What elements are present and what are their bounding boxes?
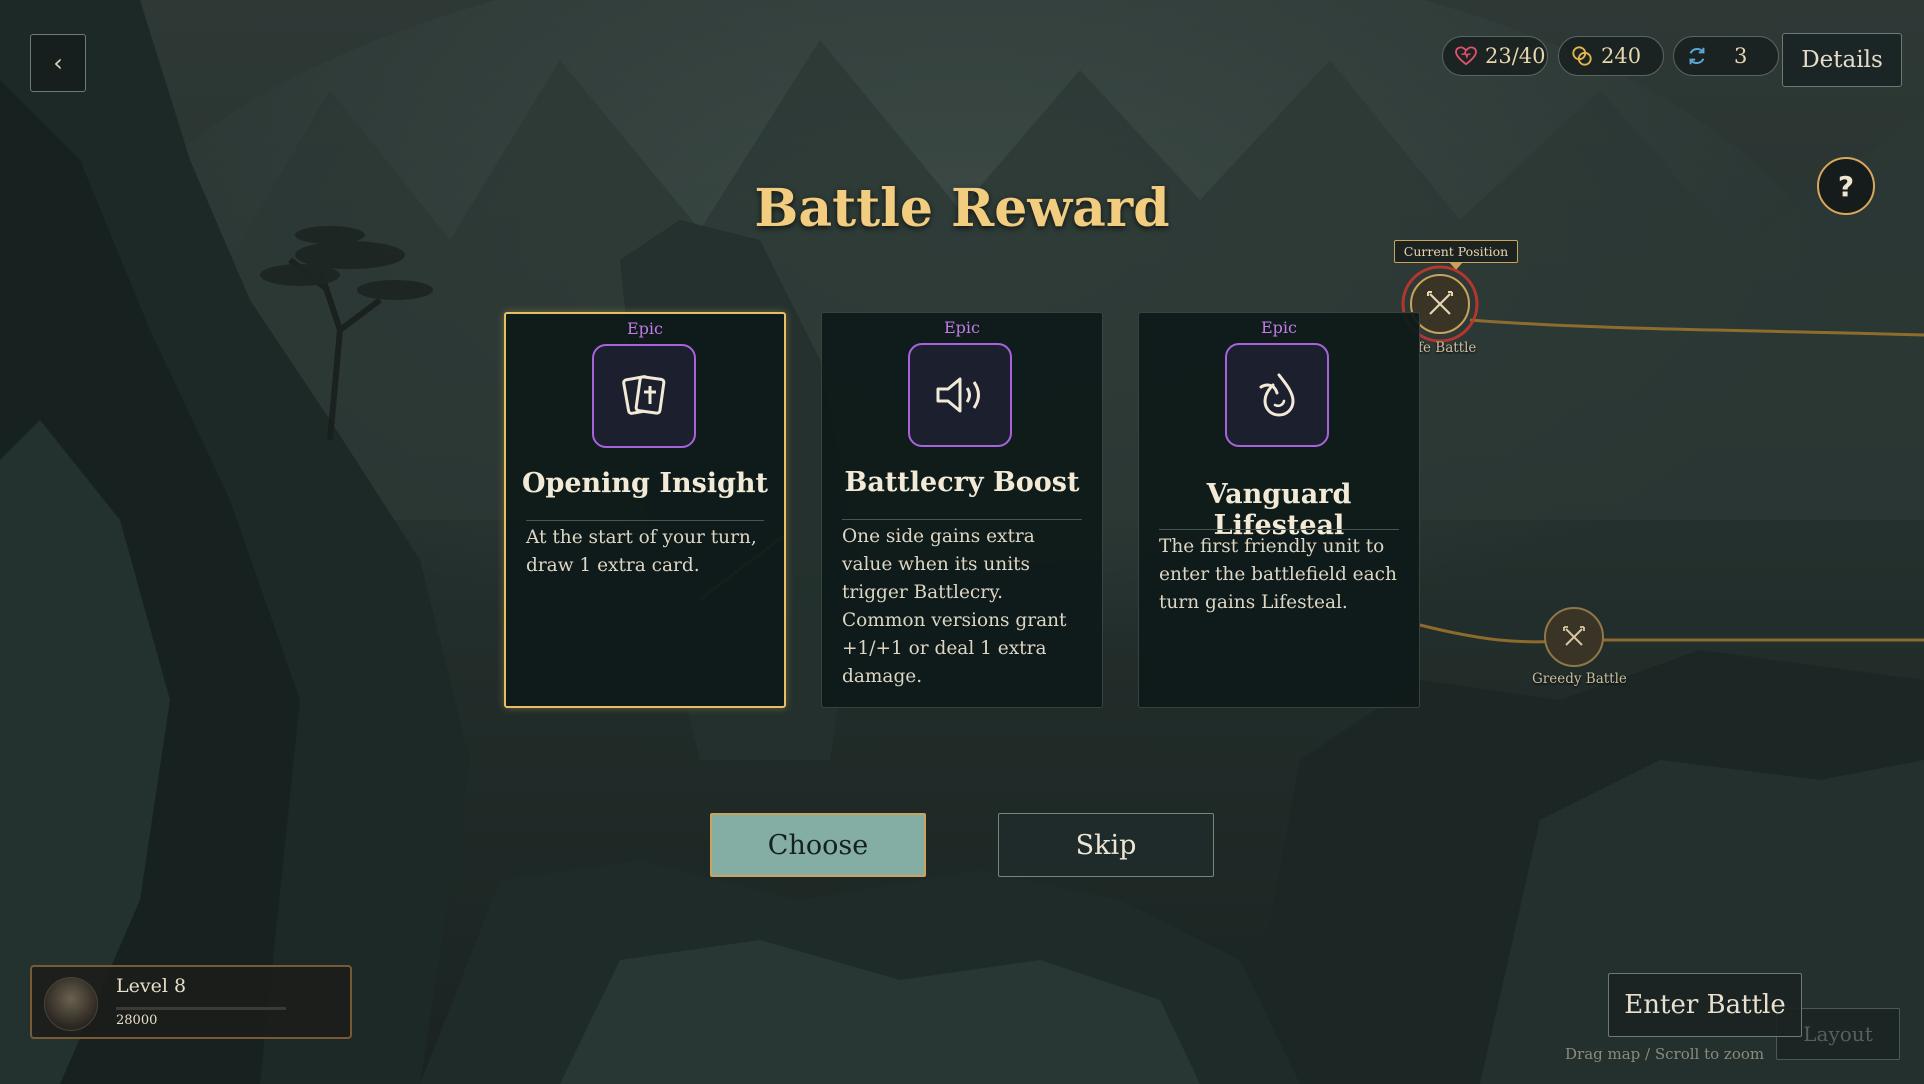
speaker-icon <box>908 343 1012 447</box>
xp-bar <box>116 1007 286 1010</box>
refresh-pill: 3 <box>1673 36 1779 76</box>
current-position-tooltip: Current Position <box>1394 240 1518 263</box>
reward-title: Battle Reward <box>754 178 1170 239</box>
heart-icon <box>1455 46 1477 66</box>
skip-button[interactable]: Skip <box>998 813 1214 877</box>
card-name: Vanguard Lifesteal <box>1206 479 1352 541</box>
details-button[interactable]: Details <box>1782 33 1902 87</box>
player-panel: Level 8 28000 <box>30 965 352 1039</box>
refresh-value: 3 <box>1734 44 1748 68</box>
card-name: Battlecry Boost <box>844 467 1080 498</box>
greedy-node-label: Greedy Battle <box>1532 671 1627 687</box>
card-divider <box>526 520 764 521</box>
coins-icon <box>1572 46 1592 66</box>
card-divider <box>842 519 1082 520</box>
crossed-swords-icon <box>1544 607 1604 667</box>
health-pill: 23/40 <box>1442 36 1548 76</box>
map-hint: Drag map / Scroll to zoom <box>1565 1045 1765 1063</box>
card-name: Opening Insight <box>521 468 769 499</box>
card-description: The first friendly unit to enter the bat… <box>1159 536 1397 613</box>
card-description: One side gains extra value when its unit… <box>842 526 1067 687</box>
drop-icon <box>1225 343 1329 447</box>
cards-icon <box>592 344 696 448</box>
card-rarity: Epic <box>627 319 663 338</box>
reward-card-battlecry-boost[interactable]: Epic Battlecry Boost One side gains extr… <box>821 312 1103 708</box>
choose-button[interactable]: Choose <box>710 813 926 877</box>
reward-card-opening-insight[interactable]: Epic Opening Insight At the start of you… <box>504 312 786 708</box>
gold-value: 240 <box>1601 44 1642 68</box>
reward-card-vanguard-lifesteal[interactable]: Epic Vanguard Lifesteal The first friend… <box>1138 312 1420 708</box>
enter-battle-button[interactable]: Enter Battle <box>1608 973 1802 1037</box>
greedy-battle-node[interactable] <box>1543 606 1605 668</box>
avatar <box>44 977 98 1031</box>
refresh-icon <box>1689 47 1705 65</box>
card-description: At the start of your turn, draw 1 extra … <box>526 527 757 576</box>
gold-pill: 240 <box>1558 36 1664 76</box>
back-button[interactable]: ‹ <box>30 34 86 92</box>
card-rarity: Epic <box>944 318 980 337</box>
xp-value: 28000 <box>116 1013 158 1028</box>
card-rarity: Epic <box>1261 318 1297 337</box>
current-node-label: fe Battle <box>1418 340 1477 356</box>
health-value: 23/40 <box>1485 44 1546 68</box>
chevron-left-icon: ‹ <box>53 49 63 77</box>
player-level: Level 8 <box>116 975 187 997</box>
card-divider <box>1159 529 1399 530</box>
